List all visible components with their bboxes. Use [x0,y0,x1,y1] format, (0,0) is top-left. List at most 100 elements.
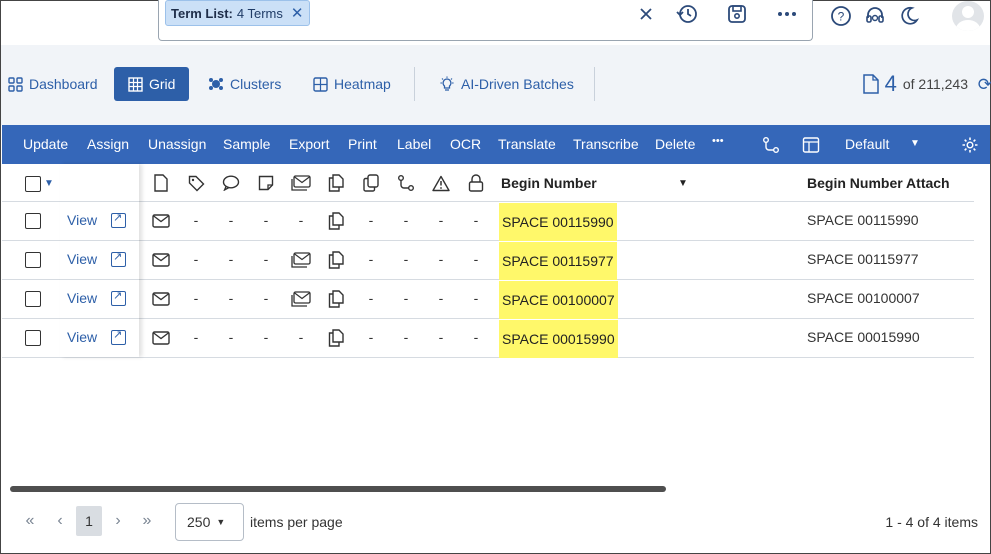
table-row[interactable]: View - - - - - - - SPACE 00115977 SPACE … [2,241,974,280]
email-thread-icon[interactable] [291,289,311,309]
row-checkbox[interactable] [25,213,41,229]
open-external-icon[interactable] [111,250,126,267]
layout-selector[interactable]: Default [845,136,889,152]
email-icon [151,289,171,309]
delete-button[interactable]: Delete [655,136,695,152]
transcribe-button[interactable]: Transcribe [573,136,639,152]
warning-icon [431,173,451,193]
update-button[interactable]: Update [23,136,68,152]
duplicate-docs-icon[interactable] [326,211,346,231]
nav-ai-driven-batches-label: AI-Driven Batches [461,76,574,92]
top-bar: Term List: 4 Terms ✕ ? [1,0,990,45]
current-page-number[interactable]: 1 [76,506,102,536]
nav-clusters[interactable]: Clusters [208,67,281,101]
nav-divider [414,67,415,101]
document-count-current: 4 [884,71,897,96]
near-dup-value: - [368,212,374,228]
dark-mode-moon-icon[interactable] [896,3,922,29]
table-row[interactable]: View - - - - - - - - SPACE 00115990 SPAC… [2,202,974,241]
page-size-select[interactable]: 250 ▼ [175,503,244,541]
note-value: - [263,290,269,306]
lock-value: - [473,212,479,228]
duplicate-docs-icon[interactable] [326,250,346,270]
select-menu-caret-icon[interactable]: ▼ [44,178,54,189]
nav-dashboard[interactable]: Dashboard [8,67,98,101]
history-icon[interactable] [674,1,700,27]
nav-divider [594,67,595,101]
row-checkbox[interactable] [25,291,41,307]
email-thread-icon [291,173,311,193]
horizontal-scrollbar[interactable] [10,486,666,492]
view-link[interactable]: View [67,251,97,267]
begin-number-column-header[interactable]: Begin Number [501,175,597,191]
begin-number-attach-cell: SPACE 00015990 [807,329,920,345]
near-duplicates-icon [361,173,381,193]
email-icon [151,211,171,231]
email-thread-icon[interactable] [291,250,311,270]
export-button[interactable]: Export [289,136,329,152]
duplicate-docs-icon [326,173,346,193]
search-box[interactable]: Term List: 4 Terms ✕ [158,0,813,41]
view-link[interactable]: View [67,329,97,345]
comment-icon [221,173,241,193]
lock-value: - [473,290,479,306]
view-nav: Dashboard Grid Clusters Heatmap AI-Drive… [1,45,991,125]
save-search-icon[interactable] [724,1,750,27]
duplicate-docs-icon[interactable] [326,328,346,348]
print-button[interactable]: Print [348,136,377,152]
document-icon [862,74,879,94]
begin-number-cell: SPACE 00115990 [499,203,617,241]
settings-gear-icon[interactable] [959,134,981,156]
document-icon [151,173,171,193]
view-link[interactable]: View [67,290,97,306]
term-list-chip[interactable]: Term List: 4 Terms ✕ [165,0,311,26]
translate-button[interactable]: Translate [498,136,556,152]
sort-caret-icon[interactable]: ▼ [678,178,688,189]
lock-icon [466,173,486,193]
table-row[interactable]: View - - - - - - - - SPACE 00015990 SPAC… [2,319,974,358]
more-search-options-icon[interactable] [774,1,800,27]
support-headset-icon[interactable] [862,3,888,29]
grid-header: ▼ Begin Number ▼ Begin Number Attach [2,164,974,202]
assign-button[interactable]: Assign [87,136,129,152]
nav-ai-driven-batches[interactable]: AI-Driven Batches [439,67,574,101]
next-page-icon[interactable]: › [106,510,130,532]
row-checkbox[interactable] [25,252,41,268]
refresh-icon[interactable]: ⟳ [978,75,991,95]
open-external-icon[interactable] [111,289,126,306]
previous-page-icon[interactable]: ‹ [48,510,72,532]
view-link[interactable]: View [67,212,97,228]
select-all-checkbox[interactable] [25,176,41,192]
first-page-icon[interactable]: « [18,510,42,532]
begin-number-attach-column-header[interactable]: Begin Number Attach [807,175,950,191]
nav-clusters-label: Clusters [230,76,282,92]
ocr-button[interactable]: OCR [450,136,481,152]
more-actions-button[interactable]: ••• [712,135,724,147]
clusters-icon [209,78,223,90]
user-avatar[interactable] [952,1,984,31]
clear-search-icon[interactable] [633,1,659,27]
duplicate-docs-icon[interactable] [326,289,346,309]
nav-grid[interactable]: Grid [114,67,190,101]
remove-chip-icon[interactable]: ✕ [291,4,304,22]
label-button[interactable]: Label [397,136,431,152]
lightbulb-icon [440,76,454,91]
open-external-icon[interactable] [111,328,126,345]
comment-value: - [228,251,234,267]
nav-heatmap[interactable]: Heatmap [313,67,391,101]
help-icon[interactable]: ? [828,3,854,29]
warning-value: - [438,212,444,228]
open-external-icon[interactable] [111,211,126,228]
note-value: - [263,251,269,267]
thread-value: - [298,212,304,228]
layout-dropdown-caret-icon[interactable]: ▼ [910,138,920,149]
table-row[interactable]: View - - - - - - - SPACE 00100007 SPACE … [2,280,974,319]
note-icon [256,173,276,193]
row-checkbox[interactable] [25,330,41,346]
workflow-icon[interactable] [760,134,782,156]
column-layout-icon[interactable] [800,134,822,156]
lock-value: - [473,329,479,345]
unassign-button[interactable]: Unassign [148,136,206,152]
last-page-icon[interactable]: » [135,510,159,532]
sample-button[interactable]: Sample [223,136,270,152]
